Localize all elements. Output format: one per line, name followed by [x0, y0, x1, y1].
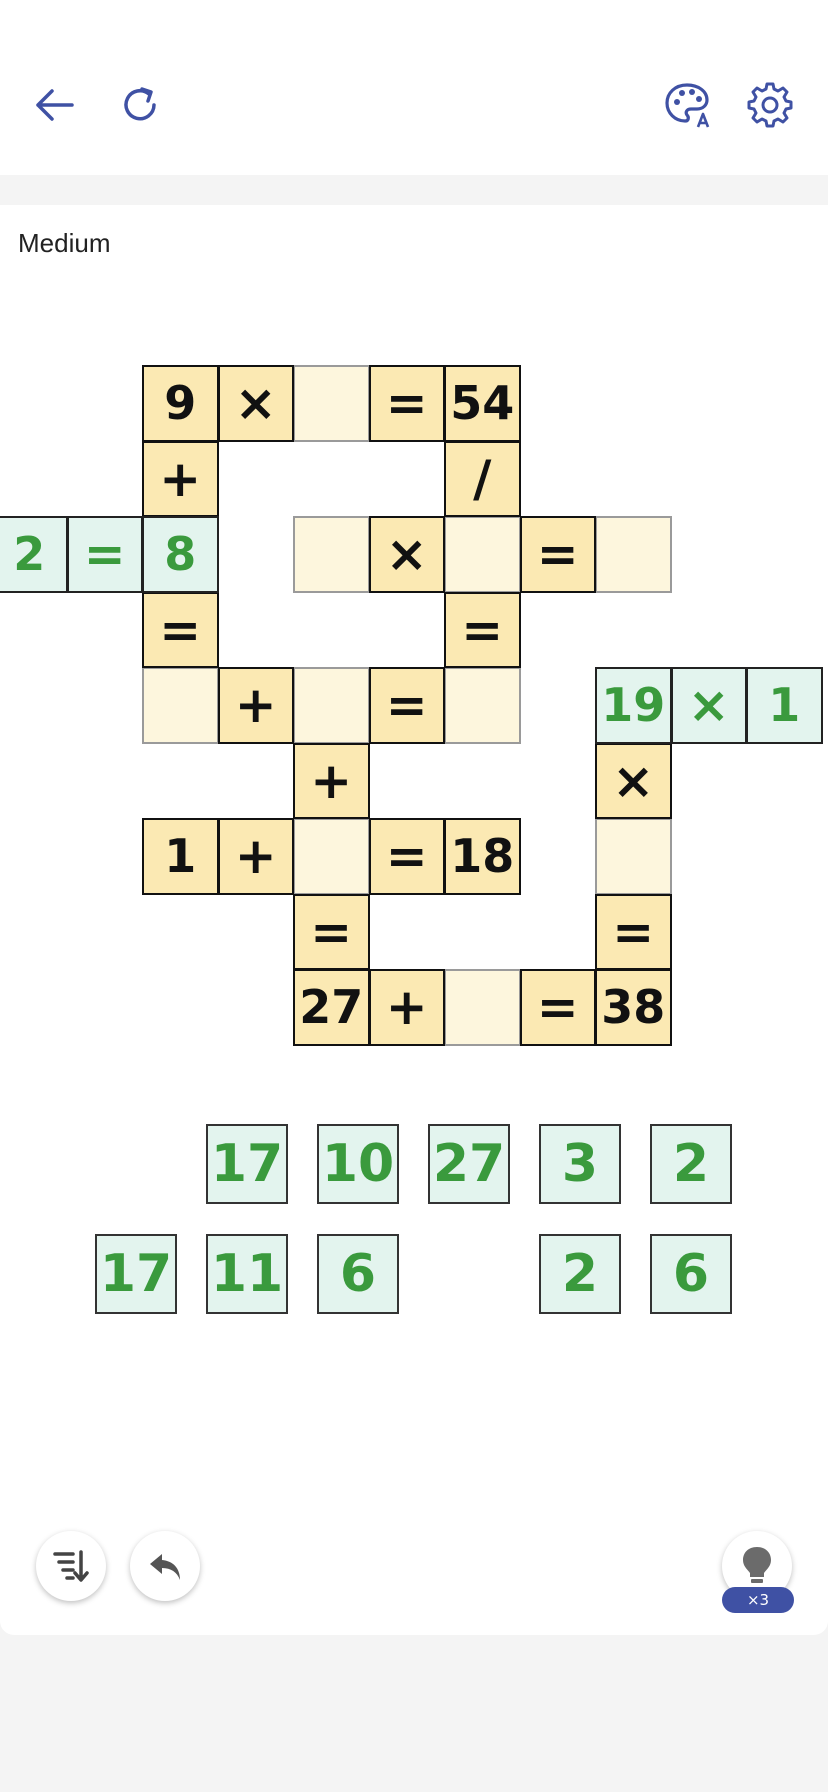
- undo-button[interactable]: [130, 1531, 200, 1601]
- given-cell: =: [368, 818, 445, 895]
- given-cell: =: [519, 516, 596, 593]
- undo-icon: [150, 1554, 180, 1580]
- given-cell: +: [217, 667, 294, 744]
- given-cell: ×: [217, 365, 294, 442]
- number-tile[interactable]: 10: [317, 1124, 399, 1204]
- empty-cell[interactable]: [142, 667, 219, 744]
- empty-cell[interactable]: [444, 969, 521, 1046]
- gear-icon: [747, 82, 793, 128]
- given-cell: =: [519, 969, 596, 1046]
- number-tile[interactable]: 27: [428, 1124, 510, 1204]
- palette-icon: [665, 83, 710, 128]
- number-tile[interactable]: 17: [95, 1234, 177, 1314]
- restart-button[interactable]: [110, 75, 170, 135]
- hint-count-badge: ×3: [722, 1587, 794, 1613]
- given-cell: 9: [142, 365, 219, 442]
- given-cell: =: [142, 591, 219, 668]
- empty-cell[interactable]: [293, 365, 370, 442]
- lightbulb-icon: [743, 1547, 771, 1583]
- empty-cell[interactable]: [444, 516, 521, 593]
- given-cell: 54: [444, 365, 521, 442]
- empty-cell[interactable]: [444, 667, 521, 744]
- given-cell: 1: [142, 818, 219, 895]
- refresh-icon: [124, 87, 156, 121]
- given-cell: 27: [293, 969, 370, 1046]
- given-cell: 38: [595, 969, 672, 1046]
- given-cell: +: [293, 742, 370, 819]
- placed-cell[interactable]: 2: [0, 516, 68, 593]
- given-cell: 18: [444, 818, 521, 895]
- placed-cell[interactable]: ×: [670, 667, 747, 744]
- sort-down-icon: [53, 1550, 89, 1582]
- given-cell: ×: [368, 516, 445, 593]
- placed-cell[interactable]: 8: [142, 516, 219, 593]
- back-button[interactable]: [24, 75, 84, 135]
- number-tile[interactable]: 3: [539, 1124, 621, 1204]
- number-tile[interactable]: 2: [650, 1124, 732, 1204]
- placed-cell[interactable]: 1: [746, 667, 823, 744]
- number-tile[interactable]: 6: [650, 1234, 732, 1314]
- empty-cell[interactable]: [293, 818, 370, 895]
- given-cell: ×: [595, 742, 672, 819]
- empty-cell[interactable]: [293, 516, 370, 593]
- number-tile[interactable]: 6: [317, 1234, 399, 1314]
- empty-cell[interactable]: [595, 516, 672, 593]
- given-cell: =: [368, 365, 445, 442]
- difficulty-label: Medium: [18, 228, 111, 258]
- number-tile[interactable]: 17: [206, 1124, 288, 1204]
- empty-cell[interactable]: [595, 818, 672, 895]
- given-cell: =: [368, 667, 445, 744]
- given-cell: +: [368, 969, 445, 1046]
- settings-button[interactable]: [740, 75, 800, 135]
- placed-cell[interactable]: 19: [595, 667, 672, 744]
- given-cell: +: [217, 818, 294, 895]
- given-cell: =: [595, 893, 672, 970]
- theme-button[interactable]: [658, 75, 718, 135]
- placed-cell[interactable]: =: [66, 516, 143, 593]
- given-cell: =: [293, 893, 370, 970]
- number-tile[interactable]: 11: [206, 1234, 288, 1314]
- empty-cell[interactable]: [293, 667, 370, 744]
- given-cell: =: [444, 591, 521, 668]
- given-cell: +: [142, 440, 219, 517]
- given-cell: /: [444, 440, 521, 517]
- number-tile[interactable]: 2: [539, 1234, 621, 1314]
- arrow-left-icon: [36, 89, 74, 121]
- sort-button[interactable]: [36, 1531, 106, 1601]
